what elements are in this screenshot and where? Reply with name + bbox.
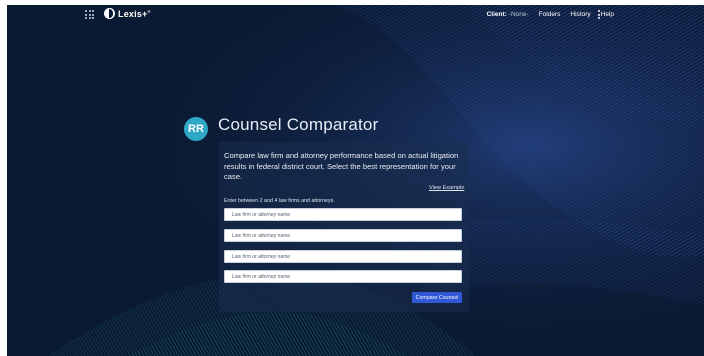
app-frame: Lexis+® Client: -None- Folders History He… bbox=[7, 5, 704, 356]
counsel-input-4[interactable] bbox=[224, 270, 462, 283]
counsel-input-3[interactable] bbox=[224, 250, 462, 263]
counsel-input-1[interactable] bbox=[224, 208, 462, 221]
more-vertical-icon[interactable] bbox=[598, 10, 600, 19]
compare-counsel-button[interactable]: Compare Counsel bbox=[412, 292, 462, 303]
counsel-input-2[interactable] bbox=[224, 229, 462, 242]
apps-grid-icon[interactable] bbox=[85, 10, 94, 19]
intro-description: Compare law firm and attorney performanc… bbox=[224, 151, 459, 181]
nav-help[interactable]: Help bbox=[601, 11, 614, 18]
view-example-link[interactable]: View Example bbox=[429, 185, 464, 191]
header-nav: Client: -None- Folders History Help bbox=[487, 11, 614, 18]
client-value: -None- bbox=[508, 11, 529, 18]
brand-logo[interactable]: Lexis+® bbox=[104, 8, 151, 19]
nav-history[interactable]: History bbox=[570, 11, 590, 18]
client-selector[interactable]: Client: -None- bbox=[487, 11, 529, 18]
client-label: Client: bbox=[486, 11, 507, 18]
brand-name: Lexis+® bbox=[118, 8, 151, 19]
top-navigation-bar: Lexis+® Client: -None- Folders History He… bbox=[7, 5, 704, 23]
avatar: RR bbox=[184, 117, 208, 141]
nav-folders[interactable]: Folders bbox=[539, 11, 561, 18]
instruction-text: Enter between 2 and 4 law firms and atto… bbox=[224, 198, 335, 204]
page-title: Counsel Comparator bbox=[218, 115, 379, 134]
lexis-logo-icon bbox=[104, 8, 115, 19]
